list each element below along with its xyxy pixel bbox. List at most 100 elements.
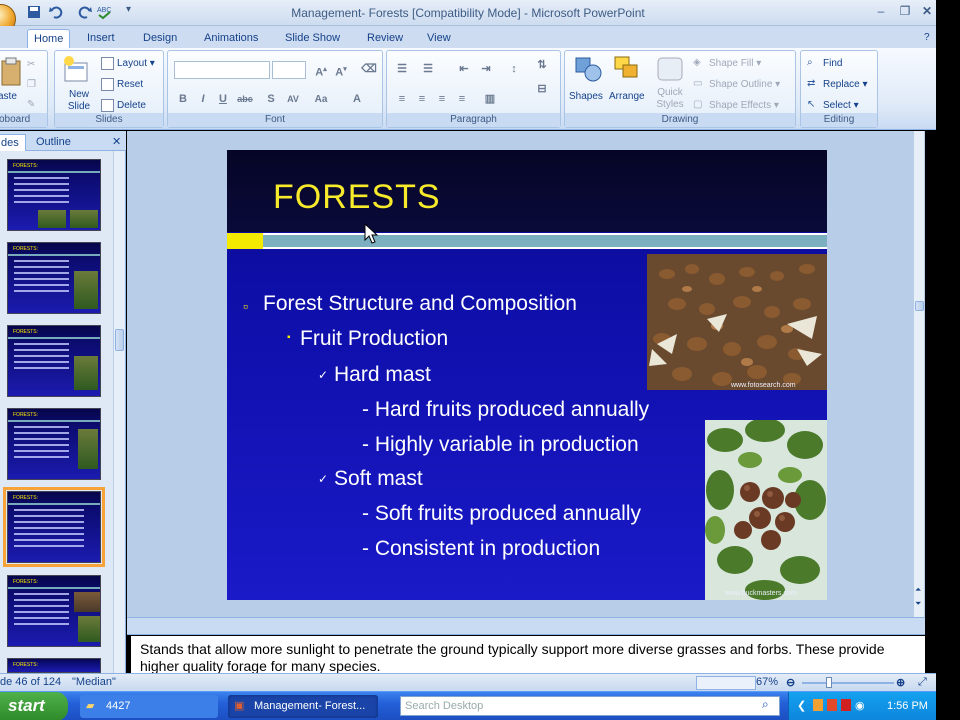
shapes-button[interactable]: Shapes — [569, 91, 603, 102]
close-button[interactable]: ✕ — [918, 4, 936, 18]
taskbar-powerpoint-button[interactable]: ▣ Management- Forest... — [228, 695, 378, 718]
reset-button[interactable]: Reset — [101, 78, 143, 91]
bold-icon[interactable]: B — [174, 91, 192, 108]
bullet-level4[interactable]: - Highly variable in production — [362, 433, 639, 457]
tab-slide-show[interactable]: Slide Show — [279, 29, 346, 48]
slide-thumbnail[interactable]: FORESTS: — [7, 242, 101, 314]
align-text-icon[interactable]: ⊟ — [533, 81, 551, 98]
taskbar-folder-button[interactable]: ▰ 4427 — [80, 695, 218, 718]
bullet-level4[interactable]: - Consistent in production — [362, 537, 600, 561]
select-button[interactable]: ↖ Select ▾ — [807, 99, 859, 112]
justify-icon[interactable]: ≡ — [453, 91, 471, 108]
zoom-out-icon[interactable]: ⊖ — [786, 676, 795, 689]
paste-button[interactable]: aste — [0, 91, 17, 102]
panel-scrollbar[interactable] — [113, 151, 124, 673]
italic-icon[interactable]: I — [194, 91, 212, 108]
quick-styles-button[interactable]: Quick Styles — [653, 87, 687, 111]
slide-scroll-thumb[interactable] — [915, 301, 924, 311]
bullet-level3[interactable]: Hard mast — [334, 363, 431, 387]
bullet-level3[interactable]: Soft mast — [334, 467, 423, 491]
search-desktop-input[interactable]: Search Desktop — [400, 696, 780, 716]
acorns-photo[interactable]: www.fotosearch.com — [647, 254, 827, 390]
shape-fill-button[interactable]: ◈ Shape Fill ▾ — [693, 57, 761, 70]
view-buttons[interactable] — [696, 676, 756, 690]
slide-thumbnail[interactable]: FORESTS: — [7, 408, 101, 480]
align-right-icon[interactable]: ≡ — [433, 91, 451, 108]
tray-security-icon[interactable] — [841, 699, 851, 711]
arrange-button[interactable]: Arrange — [609, 91, 645, 102]
next-slide-icon[interactable]: ⏷ — [915, 599, 921, 609]
text-direction-icon[interactable]: ⇅ — [533, 57, 551, 74]
shape-effects-button[interactable]: ▢ Shape Effects ▾ — [693, 99, 779, 112]
underline-icon[interactable]: U — [214, 91, 232, 108]
zoom-level[interactable]: 67% — [756, 676, 778, 688]
zoom-slider[interactable] — [802, 682, 894, 684]
search-icon[interactable]: ⌕ — [762, 697, 769, 712]
tab-view[interactable]: View — [421, 29, 457, 48]
start-button[interactable]: start — [0, 692, 68, 720]
delete-button[interactable]: Delete — [101, 99, 146, 112]
format-painter-icon[interactable]: ✎ — [27, 99, 35, 110]
shadow-icon[interactable]: S — [262, 91, 280, 108]
previous-slide-icon[interactable]: ⏶ — [915, 585, 921, 595]
clear-formatting-icon[interactable]: ⌫ — [360, 61, 378, 78]
panel-scroll-thumb[interactable] — [115, 329, 124, 351]
tray-app-icon[interactable] — [813, 699, 823, 711]
font-name-field[interactable] — [174, 61, 270, 79]
replace-button[interactable]: ⇄ Replace ▾ — [807, 78, 868, 91]
tab-outline[interactable]: Outline — [30, 134, 77, 151]
char-spacing-icon[interactable]: AV — [284, 91, 302, 108]
tab-animations[interactable]: Animations — [198, 29, 264, 48]
fit-slide-icon[interactable]: ⤢ — [918, 676, 927, 689]
align-center-icon[interactable]: ≡ — [413, 91, 431, 108]
notes-splitter[interactable] — [127, 617, 925, 635]
persimmons-photo[interactable]: www.buckmasters.com — [705, 418, 827, 600]
font-color-icon[interactable]: A — [348, 91, 366, 108]
slide-thumbnail[interactable]: FORESTS: — [7, 575, 101, 647]
tab-design[interactable]: Design — [137, 29, 183, 48]
close-panel-icon[interactable]: ✕ — [106, 134, 127, 151]
bullet-level2[interactable]: Fruit Production — [300, 327, 448, 351]
decrease-indent-icon[interactable]: ⇤ — [455, 61, 473, 78]
bullet-level1[interactable]: Forest Structure and Composition — [263, 292, 577, 316]
line-spacing-icon[interactable]: ↕ — [505, 61, 523, 78]
bullets-icon[interactable]: ☰ — [393, 61, 411, 78]
zoom-in-icon[interactable]: ⊕ — [896, 676, 905, 689]
columns-icon[interactable]: ▥ — [481, 91, 499, 108]
increase-indent-icon[interactable]: ⇥ — [477, 61, 495, 78]
slide-thumbnail[interactable]: FORESTS: — [7, 325, 101, 397]
align-left-icon[interactable]: ≡ — [393, 91, 411, 108]
slide-scrollbar[interactable]: ⏶ ⏷ — [913, 131, 924, 617]
zoom-slider-thumb[interactable] — [826, 677, 832, 688]
slide-thumbnail-selected[interactable]: FORESTS: — [3, 487, 105, 567]
cut-icon[interactable]: ✂ — [27, 59, 35, 70]
grow-font-icon[interactable]: A▴ — [312, 61, 330, 79]
tray-app-icon[interactable] — [827, 699, 837, 711]
restore-button[interactable]: ❐ — [896, 4, 914, 18]
tab-slides[interactable]: des — [0, 134, 26, 151]
slide-thumbnail[interactable]: FORESTS: — [7, 658, 101, 673]
copy-icon[interactable]: ❐ — [27, 79, 36, 90]
font-size-field[interactable] — [272, 61, 306, 79]
find-button[interactable]: ⌕ Find — [807, 57, 842, 70]
tray-back-icon[interactable]: ❮ — [797, 699, 806, 712]
help-icon[interactable]: ? — [918, 29, 936, 48]
new-slide-button[interactable]: New Slide — [61, 89, 97, 113]
strikethrough-icon[interactable]: abc — [236, 91, 254, 108]
shape-outline-button[interactable]: ▭ Shape Outline ▾ — [693, 78, 780, 91]
change-case-icon[interactable]: Aa — [312, 91, 330, 108]
minimize-button[interactable]: – — [872, 4, 890, 18]
notes-pane[interactable]: Stands that allow more sunlight to penet… — [131, 636, 925, 674]
numbering-icon[interactable]: ☰ — [419, 61, 437, 78]
tray-network-icon[interactable]: ◉ — [855, 699, 865, 712]
layout-button[interactable]: Layout ▾ — [101, 57, 155, 70]
tab-review[interactable]: Review — [361, 29, 409, 48]
slide-canvas[interactable]: FORESTS www.fotosearch.com www.buckmaste… — [227, 150, 827, 600]
new-slide-icon[interactable] — [61, 55, 91, 83]
tab-insert[interactable]: Insert — [81, 29, 121, 48]
slide-title[interactable]: FORESTS — [273, 178, 441, 217]
tab-home[interactable]: Home — [27, 29, 71, 48]
shapes-icon[interactable] — [573, 55, 603, 83]
bullet-level4[interactable]: - Soft fruits produced annually — [362, 502, 641, 526]
bullet-level4[interactable]: - Hard fruits produced annually — [362, 398, 649, 422]
